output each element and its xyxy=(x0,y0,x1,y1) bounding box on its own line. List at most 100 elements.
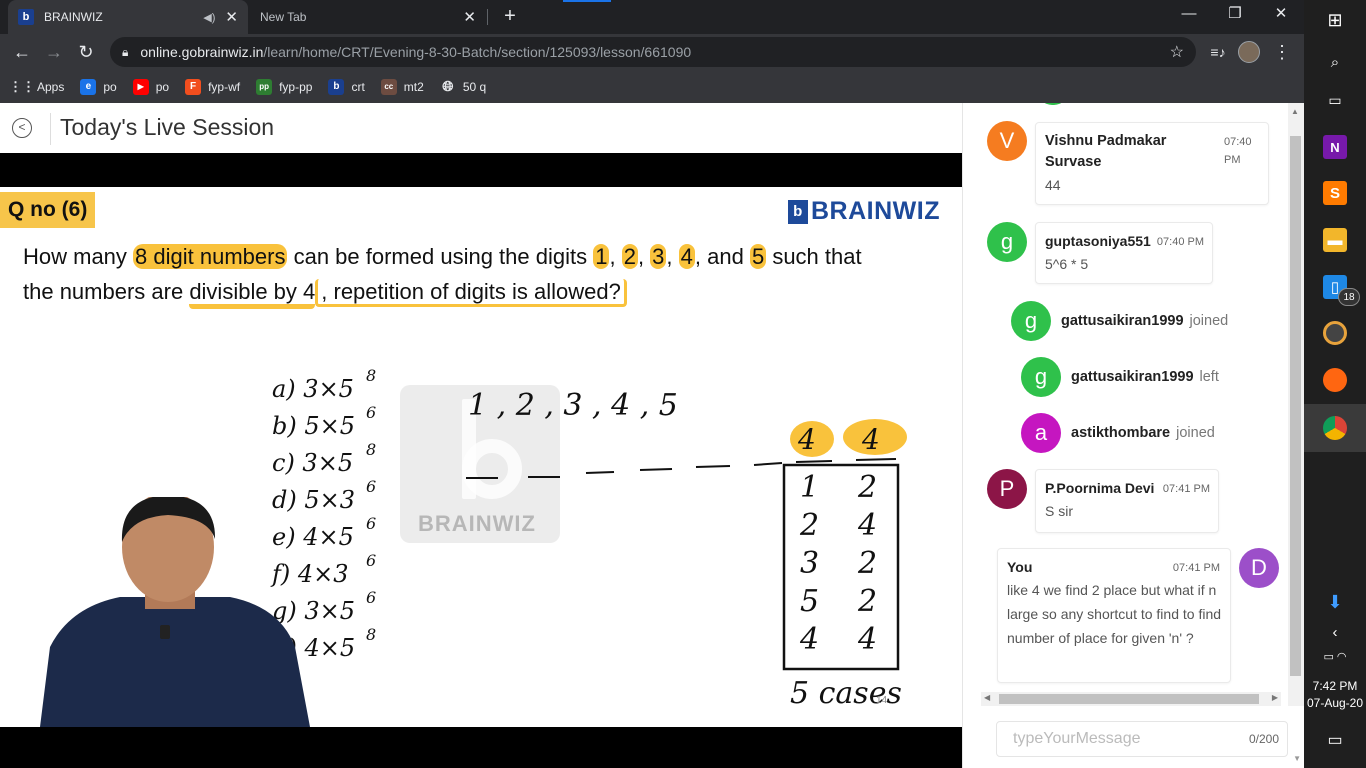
reload-icon[interactable]: ↻ xyxy=(74,40,98,64)
url-path: /learn/home/CRT/Evening-8-30-Batch/secti… xyxy=(263,44,692,60)
media-queue-icon[interactable]: ≡♪ xyxy=(1206,40,1230,64)
download-icon[interactable]: ⬇ xyxy=(1323,590,1347,614)
pair-digit: 1 xyxy=(800,470,819,505)
globe-icon: 🌐︎ xyxy=(442,78,454,94)
forward-arrow-icon[interactable]: → xyxy=(42,40,66,64)
chevron-left-icon[interactable]: ‹ xyxy=(1323,620,1347,644)
bookmarks-bar: ⋮⋮ Apps e po ▶ po F fyp-wf pp fyp-pp b c… xyxy=(0,70,1304,103)
bookmark-label: 50 q xyxy=(462,79,487,94)
bookmark-star-icon[interactable]: ☆ xyxy=(1170,42,1184,62)
bookmark-crt[interactable]: b crt xyxy=(328,78,365,95)
bookmark-50q[interactable]: 🌐︎ 50 q xyxy=(440,78,487,95)
bookmark-fyp-wf[interactable]: F fyp-wf xyxy=(185,78,241,95)
page-title: Today's Live Session xyxy=(60,114,275,140)
clock-time: 7:42 PM xyxy=(1312,679,1358,693)
close-window-icon[interactable]: ✕ xyxy=(1258,0,1304,30)
page: < Today's Live Session Q no (6) b BRAINW… xyxy=(0,103,1304,768)
bookmark-label: fyp-wf xyxy=(208,79,241,94)
system-clock[interactable]: 7:42 PM 07-Aug-20 xyxy=(1304,678,1366,712)
digits-written: 1 , 2 , 3 , 4 , 5 xyxy=(468,388,678,423)
video-player[interactable]: Q no (6) b BRAINWIZ How many 8 digit num… xyxy=(0,153,962,768)
message-body: S sir xyxy=(1045,503,1073,519)
bookmark-po-2[interactable]: ▶ po xyxy=(132,78,169,95)
scroll-thumb[interactable] xyxy=(1290,136,1301,676)
presenter-video xyxy=(40,497,310,727)
new-tab-plus-icon[interactable]: + xyxy=(500,6,520,26)
chat-scrollbar[interactable]: ▲ xyxy=(1288,103,1304,706)
last-digit-7: 4 xyxy=(797,423,816,456)
message-body: 44 xyxy=(1045,177,1061,193)
tab-brainwiz[interactable]: b BRAINWIZ ◀) ✕ xyxy=(8,0,248,34)
apps-grid-icon: ⋮⋮ xyxy=(9,78,35,94)
char-count: 0/200 xyxy=(1248,732,1279,746)
message-time: 07:41 PM xyxy=(1162,483,1210,495)
chat-panel: V Vishnu Padmakar Survase 07:40 PM 44 g … xyxy=(962,103,1304,768)
speaker-mute-icon[interactable]: ◀) xyxy=(203,11,215,24)
firefox-icon[interactable] xyxy=(1323,368,1347,392)
bookmark-label: mt2 xyxy=(403,79,424,94)
chat-input-box: 0/200 xyxy=(996,721,1288,757)
event-user: gattusaikiran1999 xyxy=(1071,369,1194,385)
pair-digit: 5 xyxy=(800,584,819,619)
digit-blanks xyxy=(466,458,897,479)
message-time: 07:40 PM xyxy=(1224,136,1252,166)
last-digit-8: 4 xyxy=(861,423,880,456)
tab-new-tab[interactable]: New Tab ✕ xyxy=(250,0,486,34)
avatar: a xyxy=(1021,413,1061,453)
leave-event: g gattusaikiran1999 left xyxy=(1021,357,1219,397)
event-action: joined xyxy=(1176,425,1215,441)
sublime-icon[interactable]: S xyxy=(1323,181,1347,205)
close-tab-icon[interactable]: ✕ xyxy=(225,8,238,26)
answer-exponent: 8 xyxy=(366,366,376,385)
menu-kebab-icon[interactable]: ⋮ xyxy=(1270,40,1294,64)
header-divider xyxy=(50,113,51,145)
back-arrow-icon[interactable]: ← xyxy=(10,40,34,64)
scroll-left-icon[interactable]: ◀ xyxy=(984,693,990,702)
figma-icon: F xyxy=(185,78,202,95)
profile-avatar[interactable] xyxy=(1238,41,1260,63)
event-user: gattusaikiran1999 xyxy=(1061,313,1184,329)
chat-hscrollbar[interactable]: ◀ ▶ xyxy=(981,692,1281,706)
scroll-up-icon[interactable]: ▲ xyxy=(1291,107,1299,116)
file-explorer-icon[interactable]: ▬ xyxy=(1323,228,1347,252)
brainwiz-icon: b xyxy=(328,78,345,95)
pair-digit: 2 xyxy=(857,470,877,505)
bookmark-mt2[interactable]: cc mt2 xyxy=(380,78,424,95)
action-center-icon[interactable]: ▭ xyxy=(1323,728,1347,752)
minimize-icon[interactable]: — xyxy=(1166,0,1212,30)
close-tab-icon[interactable]: ✕ xyxy=(463,8,476,26)
message-body: like 4 we find 2 place but what if n lar… xyxy=(1007,582,1222,646)
task-view-icon[interactable]: ▭ xyxy=(1323,88,1347,112)
url-host: online.gobrainwiz.in xyxy=(140,44,264,60)
battery-wifi-icon[interactable]: ▭ ◠ xyxy=(1323,644,1347,668)
scroll-right-icon[interactable]: ▶ xyxy=(1272,693,1278,702)
onenote-icon[interactable]: N xyxy=(1323,135,1347,159)
bookmark-po-1[interactable]: e po xyxy=(80,78,117,95)
tab-divider xyxy=(487,9,488,25)
slide: Q no (6) b BRAINWIZ How many 8 digit num… xyxy=(0,187,962,727)
search-icon[interactable]: ⌕ xyxy=(1323,50,1347,74)
pair-digit: 4 xyxy=(857,622,877,657)
scroll-down-icon[interactable]: ▼ xyxy=(1293,754,1301,763)
chrome-icon[interactable] xyxy=(1323,416,1347,440)
bookmark-label: fyp-pp xyxy=(279,79,313,94)
restore-icon[interactable]: ❐ xyxy=(1212,0,1258,30)
message-time: 07:40 PM xyxy=(1156,236,1204,248)
avatar-partial xyxy=(1038,103,1068,105)
answer-exponent: 6 xyxy=(366,477,376,496)
answer-exponent: 8 xyxy=(366,625,376,644)
microphone-icon xyxy=(160,625,170,639)
sender-name: Vishnu Padmakar Survase xyxy=(1045,133,1167,170)
address-bar[interactable]: 🔒︎ online.gobrainwiz.in/learn/home/CRT/E… xyxy=(110,37,1196,67)
chat-input[interactable] xyxy=(997,722,1237,756)
bookmark-fyp-pp[interactable]: pp fyp-pp xyxy=(256,78,313,95)
page-header: < Today's Live Session xyxy=(0,103,962,153)
back-circle-icon[interactable]: < xyxy=(12,118,32,138)
media-player-icon[interactable] xyxy=(1323,321,1347,345)
pair-digit: 2 xyxy=(857,584,877,619)
answer-exponent: 6 xyxy=(366,588,376,607)
bookmark-apps[interactable]: ⋮⋮ Apps xyxy=(9,78,64,95)
presenter-shirt xyxy=(40,597,310,727)
hscroll-thumb[interactable] xyxy=(999,694,1259,704)
windows-start-icon[interactable]: ⊞ xyxy=(1323,8,1347,32)
